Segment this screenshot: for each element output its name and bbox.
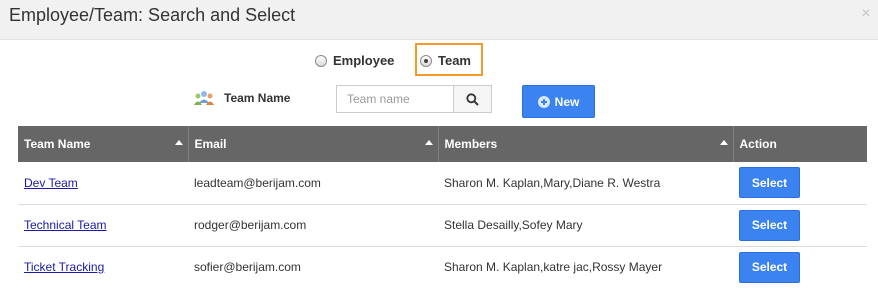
action-cell: Select: [733, 204, 867, 247]
table-row: Dev Team leadteam@berijam.com Sharon M. …: [18, 162, 867, 205]
employee-radio[interactable]: Employee: [315, 53, 394, 68]
employee-radio-circle[interactable]: [315, 54, 327, 67]
column-header-label: Team Name: [24, 137, 91, 151]
team-radio-label: Team: [438, 53, 471, 68]
action-cell: Select: [733, 246, 867, 288]
new-button-label: New: [554, 94, 580, 109]
column-header-label: Action: [739, 137, 777, 151]
team-name-cell: Dev Team: [18, 162, 188, 205]
team-radio-circle[interactable]: [420, 54, 432, 67]
email-cell: rodger@berijam.com: [188, 204, 438, 247]
dialog-header: Employee/Team: Search and Select ×: [0, 0, 878, 40]
team-name-cell: Ticket Tracking: [18, 246, 188, 288]
team-radio[interactable]: Team: [420, 53, 471, 68]
employee-radio-label: Employee: [333, 53, 395, 68]
team-icon: [194, 91, 214, 105]
members-cell: Sharon M. Kaplan,katre jac,Rossy Mayer: [444, 260, 663, 275]
select-button[interactable]: Select: [739, 209, 800, 241]
team-name-search-input[interactable]: [336, 85, 454, 113]
table-row: Ticket Tracking sofier@berijam.com Sharo…: [18, 246, 867, 288]
dialog-title: Employee/Team: Search and Select: [9, 5, 296, 25]
team-link[interactable]: Technical Team: [24, 218, 107, 232]
search-button[interactable]: [453, 85, 492, 113]
new-button[interactable]: New: [522, 85, 595, 118]
select-button[interactable]: Select: [739, 167, 800, 199]
table-row: Technical Team rodger@berijam.com Stella…: [18, 204, 867, 247]
sort-asc-icon[interactable]: [174, 140, 183, 145]
close-icon[interactable]: ×: [859, 6, 873, 22]
column-header-action: Action: [733, 126, 867, 162]
email-cell: sofier@berijam.com: [194, 260, 301, 275]
members-cell: Sharon M. Kaplan,Mary,Diane R. Westra: [438, 162, 733, 205]
email-cell: leadteam@berijam.com: [188, 162, 438, 205]
search-icon: [466, 92, 479, 106]
members-cell: Stella Desailly,Sofey Mary: [438, 204, 733, 247]
team-name-cell: Technical Team: [18, 204, 188, 247]
column-header-label: Email: [194, 137, 227, 151]
select-button[interactable]: Select: [739, 251, 800, 283]
sort-asc-icon[interactable]: [424, 140, 433, 145]
team-table: Team Name Email Members Action Dev Team …: [18, 126, 867, 288]
plus-icon: [537, 95, 550, 108]
sort-asc-icon[interactable]: [719, 140, 728, 145]
column-header-email[interactable]: Email: [188, 126, 439, 162]
column-header-members[interactable]: Members: [438, 126, 734, 162]
column-header-label: Members: [444, 137, 498, 151]
action-cell: Select: [733, 162, 867, 205]
team-link[interactable]: Ticket Tracking: [24, 260, 104, 274]
team-link[interactable]: Dev Team: [24, 176, 78, 190]
column-header-team-name[interactable]: Team Name: [18, 126, 189, 162]
table-header-row: Team Name Email Members Action: [18, 126, 867, 162]
team-name-label: Team Name: [224, 91, 291, 105]
